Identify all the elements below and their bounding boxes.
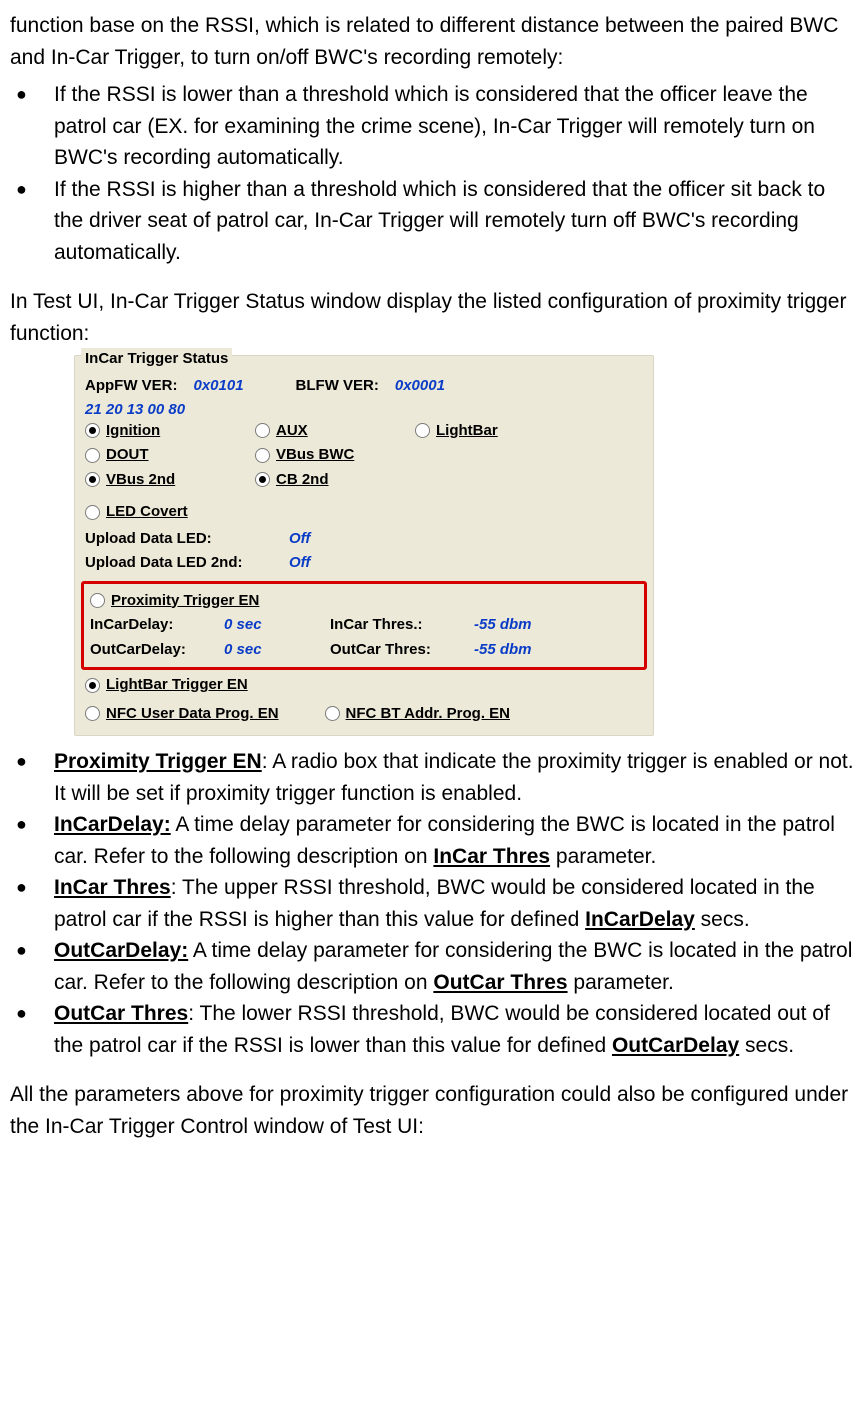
def-incarthres-term: InCar Thres [54,876,171,899]
def-outcarthres-ref: OutCarDelay [612,1034,739,1057]
radio-vbus2nd[interactable] [85,472,100,487]
def-incardelay-body-2: parameter. [550,845,656,868]
intro-bullet-2: If the RSSI is higher than a threshold w… [10,174,855,269]
incardelay-label: InCarDelay: [90,614,216,637]
blfw-value: 0x0001 [391,375,449,398]
def-incarthres: InCar Thres: The upper RSSI threshold, B… [10,872,855,935]
highlight-box: Proximity Trigger EN InCarDelay: 0 sec I… [81,581,647,671]
def-incardelay-term: InCarDelay: [54,813,171,836]
lightbar-en-label: LightBar Trigger EN [106,674,248,697]
intro-bullet-1: If the RSSI is lower than a threshold wh… [10,79,855,174]
incarthres-label: InCar Thres.: [330,614,466,637]
radio-lightbar-en[interactable] [85,678,100,693]
def-outcarthres: OutCar Thres: The lower RSSI threshold, … [10,998,855,1061]
blfw-label: BLFW VER: [296,375,379,398]
vbusbwc-label: VBus BWC [276,444,354,467]
ignition-label: Ignition [106,420,160,443]
radio-dout[interactable] [85,448,100,463]
panel-title: InCar Trigger Status [81,348,232,371]
def-incardelay: InCarDelay: A time delay parameter for c… [10,809,855,872]
radio-nfc-user[interactable] [85,706,100,721]
uploadled-label: Upload Data LED: [85,528,281,551]
def-outcarthres-body-2: secs. [739,1034,794,1057]
nfc-user-label: NFC User Data Prog. EN [106,703,279,726]
proximity-en-label: Proximity Trigger EN [111,590,259,613]
incardelay-value: 0 sec [220,614,330,637]
radio-ignition[interactable] [85,423,100,438]
def-outcardelay-body-2: parameter. [568,971,674,994]
radio-lightbar[interactable] [415,423,430,438]
outcarthres-label: OutCar Thres: [330,639,466,662]
nfc-bt-label: NFC BT Addr. Prog. EN [346,703,510,726]
appfw-value: 0x0101 [189,375,247,398]
outro-para: All the parameters above for proximity t… [10,1079,855,1142]
intro-para-2: In Test UI, In-Car Trigger Status window… [10,286,855,349]
def-incarthres-ref: InCarDelay [585,908,695,931]
lightbar-label: LightBar [436,420,498,443]
appfw-label: AppFW VER: [85,375,177,398]
uploadled2-label: Upload Data LED 2nd: [85,552,281,575]
cb2nd-label: CB 2nd [276,469,329,492]
def-proximity-en-term: Proximity Trigger EN [54,750,262,773]
radio-cb2nd[interactable] [255,472,270,487]
intro-bullets: If the RSSI is lower than a threshold wh… [10,79,855,268]
status-screenshot: InCar Trigger Status AppFW VER: 0x0101 B… [74,355,654,736]
definitions-list: Proximity Trigger EN: A radio box that i… [10,746,855,1061]
options-grid: Ignition AUX LightBar DOUT VBus BWC VBus… [85,420,643,492]
raw-bytes: 21 20 13 00 80 [85,399,189,422]
dout-label: DOUT [106,444,149,467]
ledcovert-label: LED Covert [106,501,188,524]
intro-para-1: function base on the RSSI, which is rela… [10,10,855,73]
outcarthres-value: -55 dbm [470,639,570,662]
incarthres-value: -55 dbm [470,614,570,637]
def-proximity-en: Proximity Trigger EN: A radio box that i… [10,746,855,809]
radio-vbusbwc[interactable] [255,448,270,463]
def-outcardelay-ref: OutCar Thres [433,971,567,994]
def-incardelay-ref: InCar Thres [433,845,550,868]
def-outcardelay: OutCarDelay: A time delay parameter for … [10,935,855,998]
radio-ledcovert[interactable] [85,505,100,520]
uploadled2-value: Off [285,552,643,575]
aux-label: AUX [276,420,308,443]
uploadled-value: Off [285,528,643,551]
def-outcardelay-term: OutCarDelay: [54,939,188,962]
radio-proximity-en[interactable] [90,593,105,608]
radio-aux[interactable] [255,423,270,438]
outcardelay-value: 0 sec [220,639,330,662]
radio-nfc-bt[interactable] [325,706,340,721]
outcardelay-label: OutCarDelay: [90,639,216,662]
vbus2nd-label: VBus 2nd [106,469,175,492]
def-outcarthres-term: OutCar Thres [54,1002,188,1025]
def-incarthres-body-2: secs. [695,908,750,931]
